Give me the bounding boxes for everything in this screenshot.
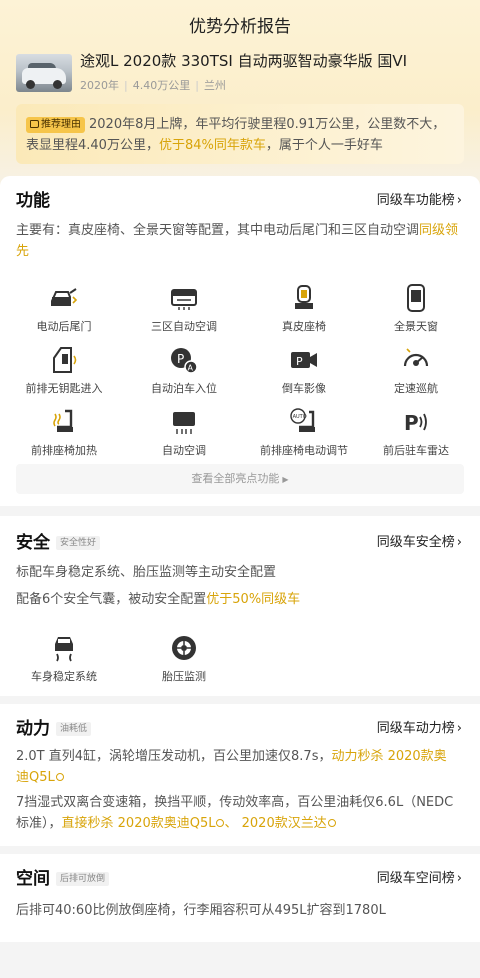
- triangle-right-icon: ▶: [282, 475, 289, 484]
- power-compare-link-a[interactable]: 直接秒杀 2020款奥迪Q5L: [62, 816, 225, 831]
- safety-tag: 安全性好: [56, 536, 101, 550]
- feature-item[interactable]: 三区自动空调: [124, 284, 244, 334]
- safety-line-2-highlight: 优于50%同级车: [206, 592, 301, 607]
- reverse-camera-icon: P: [289, 346, 319, 374]
- svg-text:A: A: [188, 364, 194, 373]
- safety-title: 安全 安全性好: [16, 528, 101, 553]
- feature-item[interactable]: P 前后驻车雷达: [356, 408, 476, 458]
- feature-item[interactable]: 真皮座椅: [244, 284, 364, 334]
- safety-line-1: 标配车身稳定系统、胎压监测等主动安全配置: [16, 565, 277, 580]
- view-all-features-button[interactable]: 查看全部亮点功能 ▶: [16, 464, 464, 494]
- car-meta: 2020年 | 4.40万公里 | 兰州: [80, 79, 226, 92]
- auto-ac-icon: [169, 408, 199, 436]
- svg-text:AUTO: AUTO: [293, 414, 307, 420]
- power-card: 动力 油耗低 同级车动力榜 › 2.0T 直列4缸，涡轮增压发动机，百公里加速仅8.…: [0, 704, 480, 846]
- function-title: 功能: [16, 191, 50, 211]
- thumbs-up-icon: [30, 120, 39, 128]
- car-city: 兰州: [203, 79, 226, 92]
- function-card: 功能 同级车功能榜 › 主要有：真皮座椅、全景天窗等配置，其中电动后尾门和三区自动…: [0, 176, 480, 506]
- space-line-1: 后排可40:60比例放倒座椅，行李厢容积可从495L扩容到1780L: [16, 903, 386, 918]
- feature-item[interactable]: 前排座椅加热: [4, 408, 124, 458]
- space-title: 空间 后排可放倒: [16, 864, 110, 889]
- space-rank-link[interactable]: 同级车空间榜 ›: [377, 867, 462, 886]
- power-tag: 油耗低: [56, 722, 92, 736]
- car-name: 途观L 2020款 330TSI 自动两驱智动豪华版 国VI: [80, 52, 408, 70]
- feature-item[interactable]: 车身稳定系统: [4, 634, 124, 684]
- power-compare-link-b[interactable]: 2020款汉兰达: [242, 816, 336, 831]
- function-summary: 主要有：真皮座椅、全景天窗等配置，其中电动后尾门和三区自动空调同级领先: [16, 223, 459, 259]
- climate-zone-icon: [169, 284, 199, 312]
- power-seat-icon: AUTO: [289, 408, 319, 436]
- cruise-control-icon: [401, 346, 431, 374]
- recommend-text-2: ，属于个人一手好车: [265, 138, 383, 153]
- recommend-reason: 推荐理由 2020年8月上牌，年平均行驶里程0.91万公里，公里数不大，表显里程4…: [16, 104, 464, 164]
- space-tag: 后排可放倒: [56, 872, 110, 886]
- stability-control-icon: [49, 634, 79, 662]
- parking-radar-icon: P: [401, 408, 431, 436]
- function-rank-link[interactable]: 同级车功能榜 ›: [377, 189, 462, 208]
- car-year: 2020年: [80, 79, 119, 92]
- car-mileage: 4.40万公里: [132, 79, 191, 92]
- feature-item[interactable]: 定速巡航: [356, 346, 476, 396]
- search-icon: [327, 819, 336, 827]
- safety-rank-link[interactable]: 同级车安全榜 ›: [377, 531, 462, 550]
- recommend-highlight: 优于84%同年款车: [158, 138, 266, 153]
- chevron-right-icon: ›: [456, 535, 462, 550]
- power-line-1: 2.0T 直列4缸，涡轮增压发动机，百公里加速仅8.7s，动力秒杀 2020款奥…: [16, 749, 447, 785]
- chevron-right-icon: ›: [456, 871, 462, 886]
- leather-seat-icon: [289, 284, 319, 312]
- feature-item[interactable]: 前排无钥匙进入: [4, 346, 124, 396]
- search-icon: [55, 773, 64, 781]
- feature-item[interactable]: AUTO 前排座椅电动调节: [244, 408, 364, 458]
- tire-pressure-icon: [169, 634, 199, 662]
- chevron-right-icon: ›: [456, 193, 462, 208]
- feature-item[interactable]: 自动空调: [124, 408, 244, 458]
- chevron-right-icon: ›: [456, 721, 462, 736]
- svg-text:P: P: [296, 355, 303, 368]
- feature-item[interactable]: PA 自动泊车入位: [124, 346, 244, 396]
- sunroof-icon: [401, 284, 431, 312]
- tailgate-icon: [49, 284, 79, 312]
- safety-line-2: 配备6个安全气囊，被动安全配置优于50%同级车: [16, 592, 301, 607]
- svg-text:P: P: [177, 352, 184, 366]
- power-line-2: 7挡湿式双离合变速箱，换挡平顺，传动效率高，百公里油耗仅6.6L（NEDC标准）…: [16, 795, 454, 831]
- space-card: 空间 后排可放倒 同级车空间榜 › 后排可40:60比例放倒座椅，行李厢容积可从49…: [0, 854, 480, 942]
- auto-parking-icon: PA: [169, 346, 199, 374]
- feature-item[interactable]: 全景天窗: [356, 284, 476, 334]
- car-thumbnail[interactable]: [16, 54, 72, 92]
- feature-item[interactable]: P 倒车影像: [244, 346, 364, 396]
- feature-item[interactable]: 电动后尾门: [4, 284, 124, 334]
- seat-heating-icon: [49, 408, 79, 436]
- power-title: 动力 油耗低: [16, 714, 92, 739]
- summary-header: 优势分析报告 途观L 2020款 330TSI 自动两驱智动豪华版 国VI 20…: [0, 0, 480, 200]
- keyless-entry-icon: [49, 346, 79, 374]
- safety-card: 安全 安全性好 同级车安全榜 › 标配车身稳定系统、胎压监测等主动安全配置 配备6个…: [0, 516, 480, 696]
- power-rank-link[interactable]: 同级车动力榜 ›: [377, 717, 462, 736]
- feature-item[interactable]: 胎压监测: [124, 634, 244, 684]
- recommend-tag: 推荐理由: [26, 117, 85, 133]
- page-title: 优势分析报告: [189, 17, 291, 37]
- svg-text:P: P: [404, 411, 419, 435]
